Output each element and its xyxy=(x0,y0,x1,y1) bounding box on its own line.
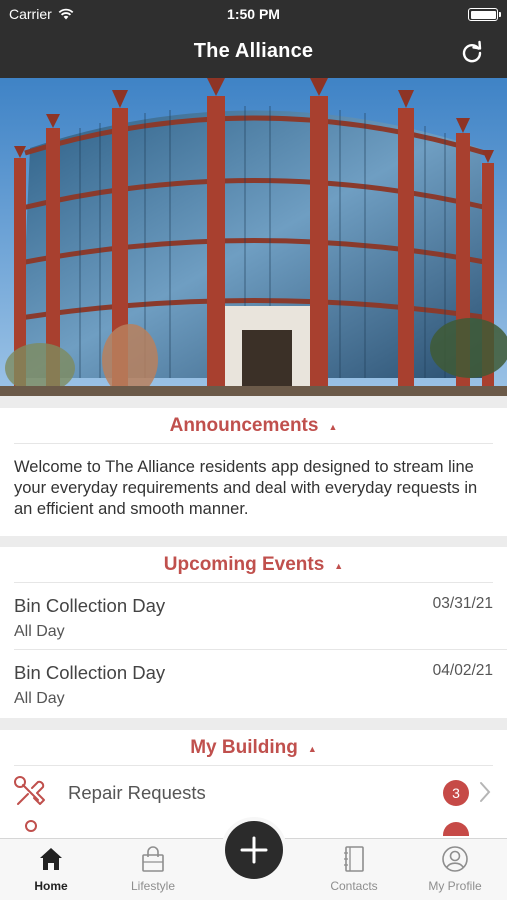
shopping-bag-icon xyxy=(142,846,164,872)
collapse-arrow-icon: ▲ xyxy=(328,421,338,432)
announcements-header[interactable]: Announcements ▲ xyxy=(14,408,493,444)
announcement-text: Welcome to The Alliance residents app de… xyxy=(14,458,478,518)
partial-row-icon xyxy=(25,820,37,832)
status-bar: Carrier 1:50 PM xyxy=(0,0,507,28)
my-building-header[interactable]: My Building ▲ xyxy=(14,730,493,766)
event-date: 03/31/21 xyxy=(432,595,493,612)
status-time: 1:50 PM xyxy=(227,6,280,22)
collapse-arrow-icon: ▲ xyxy=(307,743,317,754)
top-bar: Carrier 1:50 PM The Alliance xyxy=(0,0,507,78)
add-button[interactable] xyxy=(225,821,283,879)
battery-icon xyxy=(468,8,501,21)
tab-contacts[interactable]: Contacts xyxy=(314,845,394,893)
event-item[interactable]: Bin Collection Day All Day 04/02/21 xyxy=(14,650,507,717)
tab-my-profile[interactable]: My Profile xyxy=(415,845,495,893)
event-subtitle: All Day xyxy=(14,690,65,707)
event-date: 04/02/21 xyxy=(432,662,493,679)
event-title: Bin Collection Day xyxy=(14,662,166,683)
tab-lifestyle[interactable]: Lifestyle xyxy=(113,845,193,893)
event-item[interactable]: Bin Collection Day All Day 03/31/21 xyxy=(14,583,507,650)
plus-icon xyxy=(240,836,268,864)
count-badge: 3 xyxy=(443,780,469,806)
count-badge-partial xyxy=(443,822,469,836)
tab-label: My Profile xyxy=(428,879,482,893)
page-title: The Alliance xyxy=(193,40,314,62)
events-header[interactable]: Upcoming Events ▲ xyxy=(14,547,493,583)
refresh-icon[interactable] xyxy=(459,40,485,66)
announcements-title: Announcements xyxy=(169,414,319,436)
event-title: Bin Collection Day xyxy=(14,595,166,616)
tab-home[interactable]: Home xyxy=(11,845,91,893)
repair-requests-row[interactable]: Repair Requests 3 xyxy=(0,766,507,818)
tab-bar: Home Lifestyle Contacts My Profile xyxy=(0,821,507,900)
collapse-arrow-icon: ▲ xyxy=(334,560,344,571)
chevron-right-icon xyxy=(480,782,491,802)
home-icon xyxy=(40,848,62,870)
event-subtitle: All Day xyxy=(14,623,65,640)
upcoming-events-card: Upcoming Events ▲ Bin Collection Day All… xyxy=(0,547,507,718)
profile-icon xyxy=(442,846,468,872)
announcements-card: Announcements ▲ Welcome to The Alliance … xyxy=(0,408,507,536)
events-title: Upcoming Events xyxy=(163,553,325,575)
address-book-icon xyxy=(344,846,364,872)
my-building-title: My Building xyxy=(190,736,298,758)
repair-requests-label: Repair Requests xyxy=(68,782,206,803)
tab-label: Home xyxy=(34,879,68,893)
repair-tools-icon xyxy=(14,776,45,805)
tab-label: Lifestyle xyxy=(130,879,176,893)
tab-label: Contacts xyxy=(330,879,378,893)
hero-building-image xyxy=(0,78,507,396)
